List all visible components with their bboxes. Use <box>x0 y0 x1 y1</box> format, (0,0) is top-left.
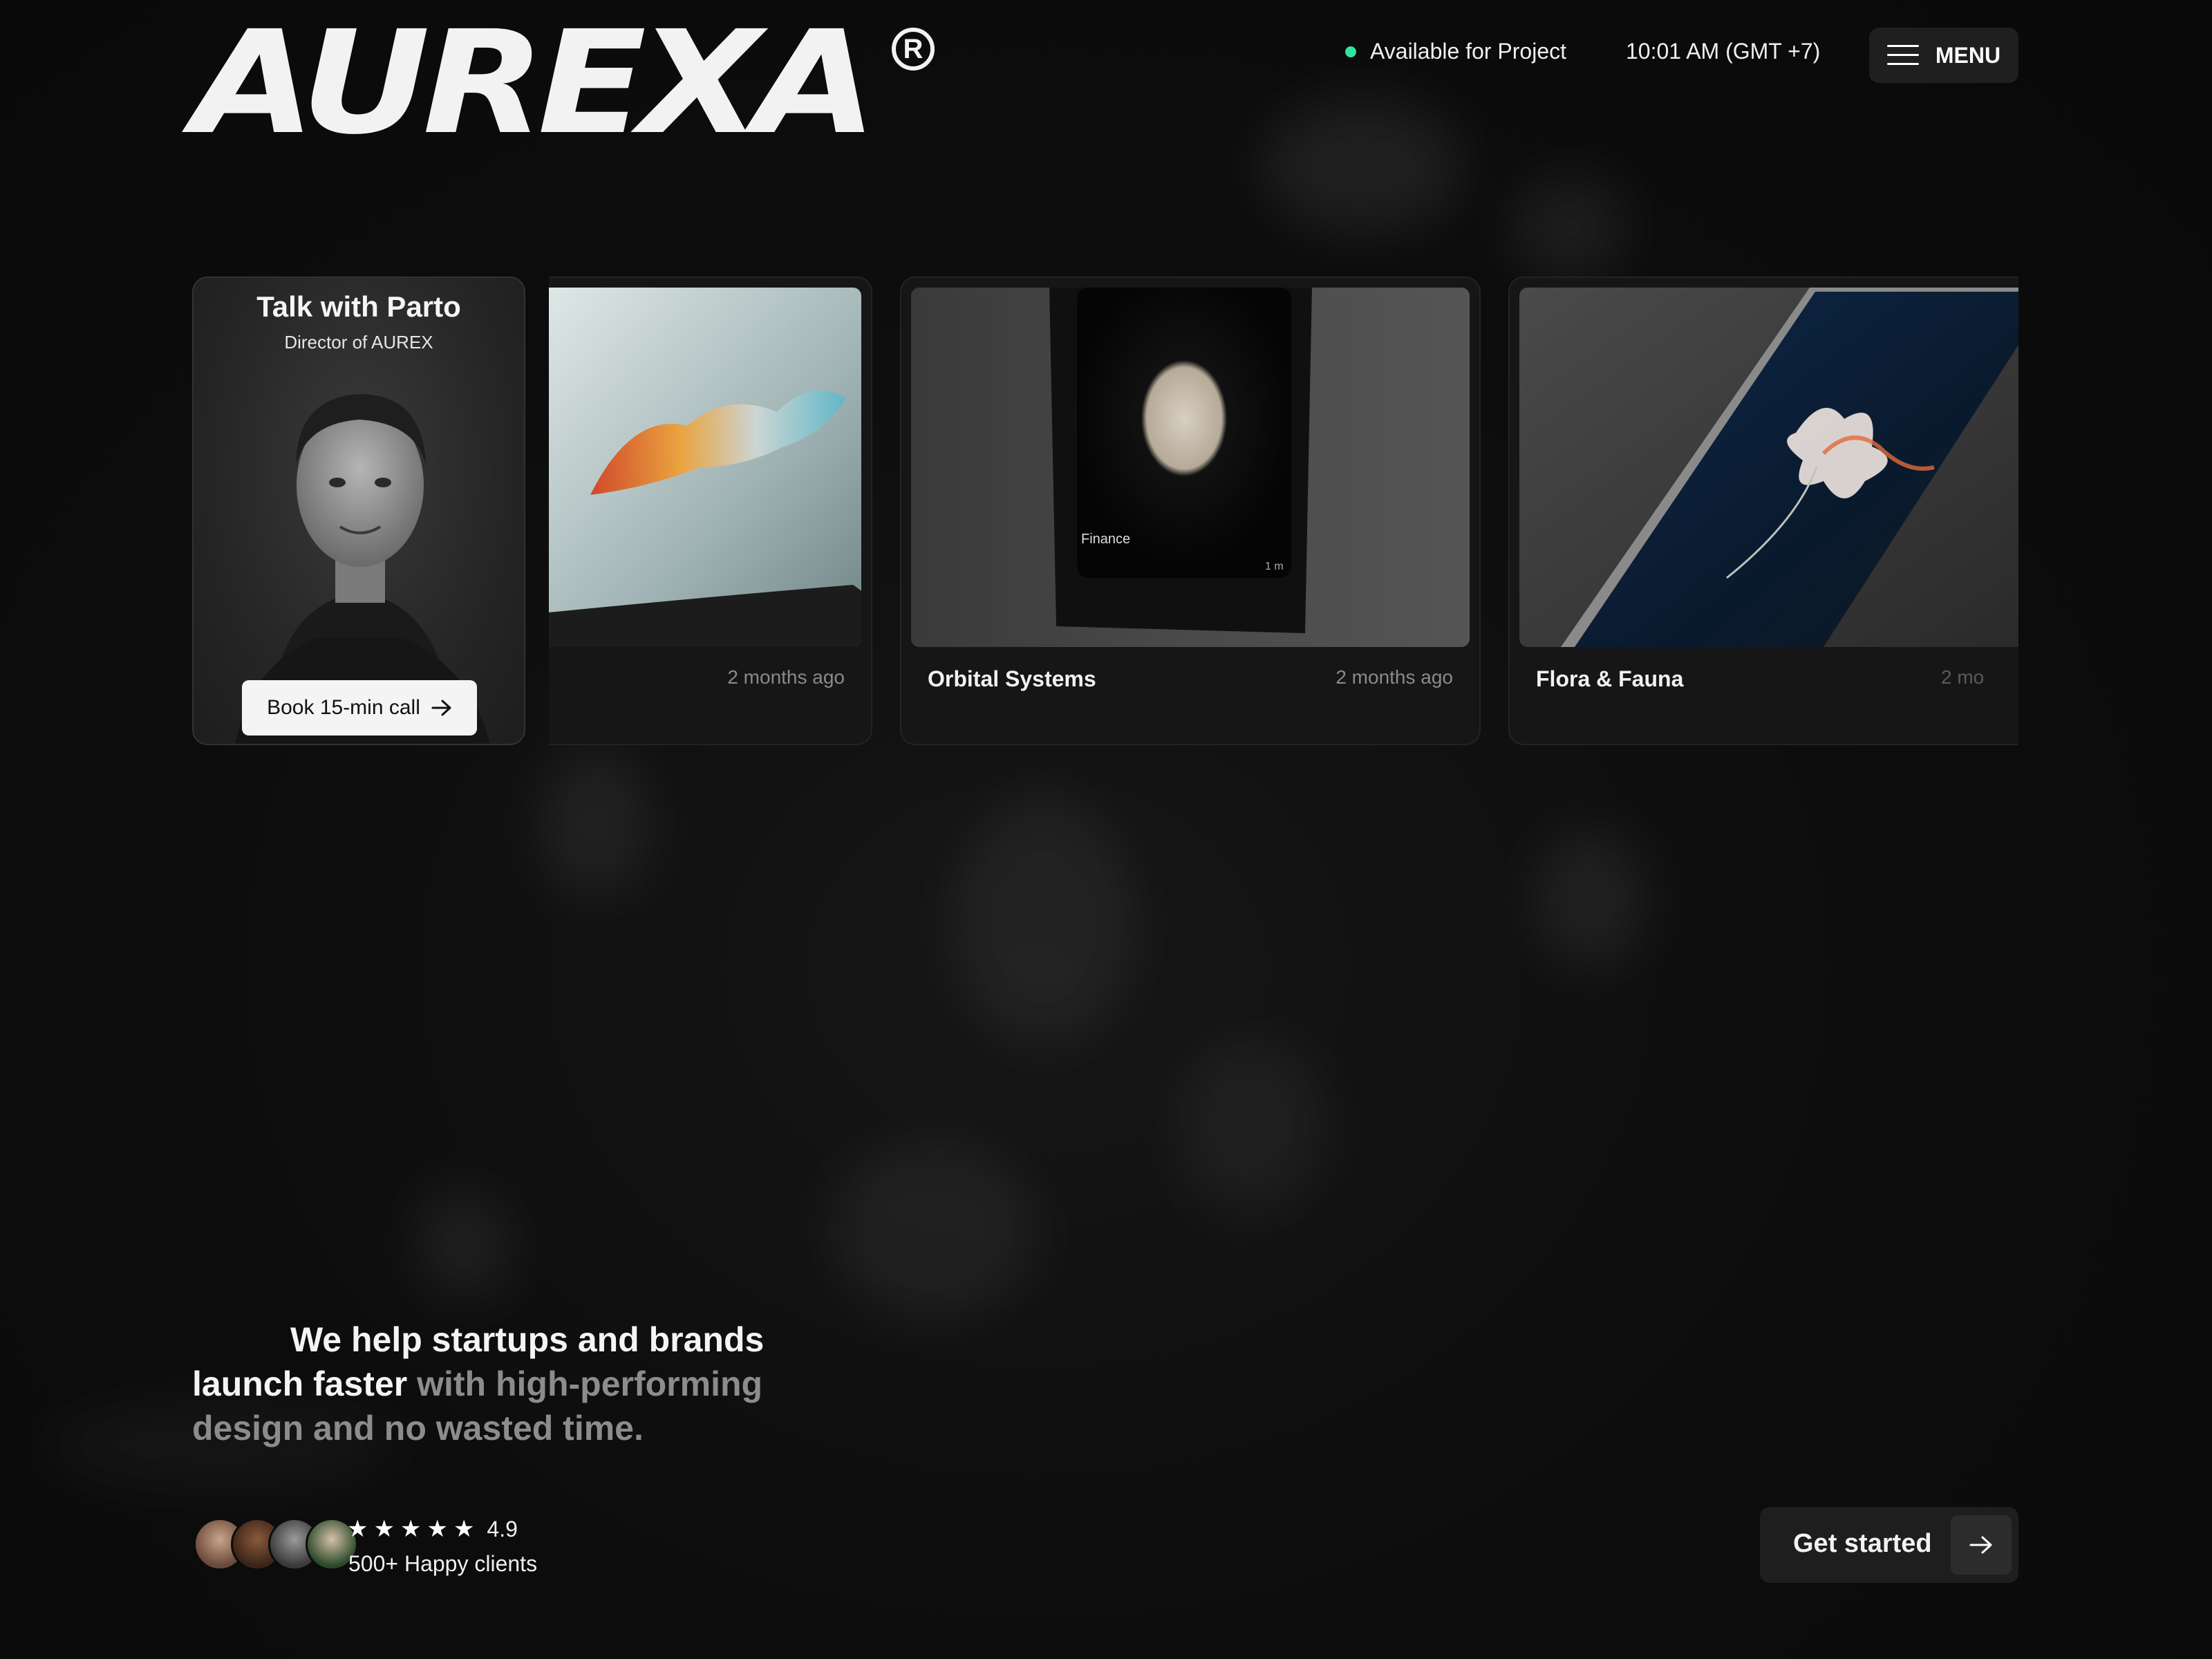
smoke-blob <box>1258 97 1465 235</box>
availability-label: Available for Project <box>1370 39 1566 64</box>
hero-text: We help startups and brands launch faste… <box>192 1318 800 1450</box>
project-time: 2 months ago <box>727 666 845 688</box>
talk-card: Talk with Parto Director of AUREX Book 1… <box>192 276 525 745</box>
client-avatars <box>194 1518 358 1571</box>
get-started-label: Get started <box>1793 1529 1932 1558</box>
project-name: Flora & Fauna <box>1536 666 1684 691</box>
arrow-right-icon <box>1951 1515 2012 1575</box>
get-started-button[interactable]: Get started <box>1760 1507 2018 1583</box>
book-call-label: Book 15-min call <box>267 696 420 719</box>
menu-label: MENU <box>1935 42 2001 68</box>
talk-title: Talk with Parto <box>256 290 461 323</box>
availability-status: Available for Project <box>1345 39 1566 64</box>
local-time: 10:01 AM (GMT +7) <box>1626 39 1821 64</box>
smoke-blob <box>1535 830 1645 968</box>
smoke-blob <box>830 1141 1037 1320</box>
smoke-blob <box>1175 1037 1327 1217</box>
rating-value: 4.9 <box>487 1516 518 1541</box>
screen-meta: 1 m <box>1265 561 1284 572</box>
talk-subtitle: Director of AUREX <box>284 332 433 353</box>
project-image <box>1519 288 2018 647</box>
star-icon: ★ <box>373 1516 395 1542</box>
smoke-blob <box>954 795 1134 1044</box>
menu-button[interactable]: MENU <box>1869 28 2018 83</box>
project-image <box>549 288 861 647</box>
smoke-blob <box>415 1189 512 1300</box>
project-card[interactable]: 2 months ago <box>549 276 872 745</box>
page: AUREXA R Available for Project 10:01 AM … <box>0 0 2212 1659</box>
project-time: 2 mo <box>1941 666 1985 688</box>
project-name: Orbital Systems <box>928 666 1096 691</box>
brand-logo[interactable]: AUREXA R <box>192 12 935 154</box>
project-image: Finance 1 m <box>911 288 1470 647</box>
arrow-right-icon <box>431 700 451 716</box>
hamburger-icon <box>1886 45 1919 66</box>
project-card-flora-fauna[interactable]: Flora & Fauna 2 mo <box>1508 276 2018 745</box>
rating: ★ ★ ★ ★ ★ 4.9 <box>347 1515 518 1543</box>
happy-clients-count: 500+ Happy clients <box>348 1551 538 1576</box>
screen-label: Finance <box>1081 532 1130 547</box>
star-icon: ★ <box>347 1516 368 1542</box>
star-icon: ★ <box>400 1516 422 1542</box>
star-icon: ★ <box>453 1516 475 1542</box>
status-dot-icon <box>1345 46 1356 57</box>
smoke-blob <box>1507 173 1631 283</box>
project-card-orbital-systems[interactable]: Finance 1 m Orbital Systems 2 months ago <box>900 276 1481 745</box>
book-call-button[interactable]: Book 15-min call <box>242 680 477 735</box>
project-time: 2 months ago <box>1335 666 1453 688</box>
star-icon: ★ <box>427 1516 448 1542</box>
logo-wordmark: AUREXA <box>192 0 877 166</box>
smoke-blob <box>539 747 650 899</box>
registered-mark: R <box>892 28 935 71</box>
